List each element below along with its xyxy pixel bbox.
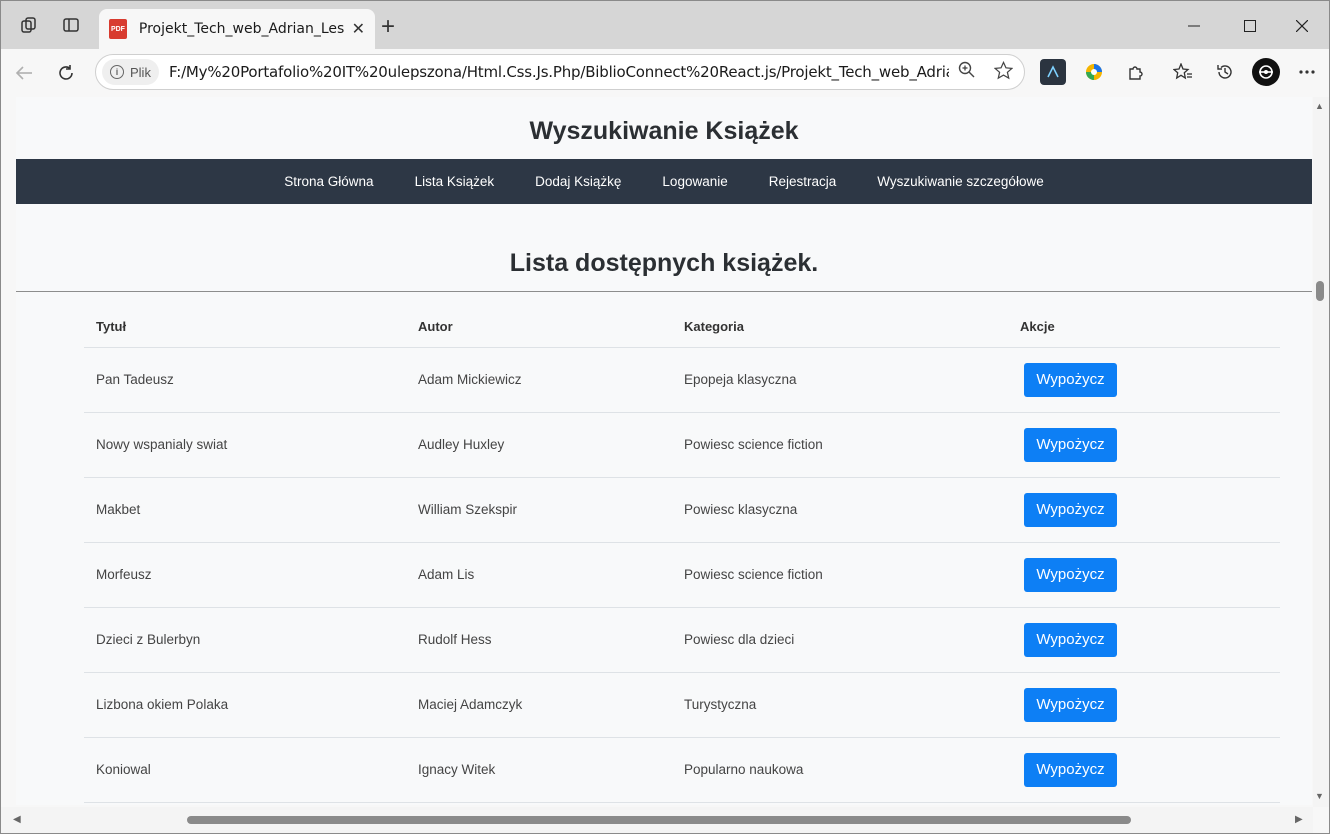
- site-info-badge[interactable]: i Plik: [102, 59, 159, 85]
- book-category: Powiesc science fiction: [672, 412, 1008, 478]
- refresh-icon[interactable]: [51, 58, 81, 88]
- book-author: Adam Mickiewicz: [406, 347, 672, 413]
- zoom-icon[interactable]: [958, 61, 976, 84]
- scroll-right-icon[interactable]: ▶: [1295, 814, 1303, 825]
- extensions-puzzle-icon[interactable]: [1123, 59, 1149, 85]
- site-info-label: Plik: [130, 64, 151, 80]
- history-icon[interactable]: [1212, 59, 1238, 85]
- header-category: Kategoria: [672, 307, 1008, 348]
- info-icon: i: [110, 65, 124, 79]
- book-title: Koniowal: [84, 737, 406, 803]
- back-icon[interactable]: [9, 58, 39, 88]
- copilot-icon[interactable]: [1081, 59, 1107, 85]
- divider: [16, 291, 1312, 292]
- tab-actions-icon[interactable]: [57, 11, 85, 39]
- browser-window: PDF Projekt_Tech_web_Adrian_Lesniak ✕ + …: [0, 0, 1330, 834]
- table-row: Dzieci z Bulerbyn Rudolf Hess Powiesc dl…: [84, 607, 1280, 673]
- book-category: Powiesc dla dzieci: [672, 607, 1008, 673]
- table-row: Koniowal Ignacy Witek Popularno naukowa …: [84, 737, 1280, 803]
- book-author: Ignacy Witek: [406, 737, 672, 803]
- horizontal-scroll-thumb[interactable]: [187, 816, 1131, 824]
- book-category: Popularno naukowa: [672, 737, 1008, 803]
- table-row: Lizbona okiem Polaka Maciej Adamczyk Tur…: [84, 672, 1280, 738]
- book-title: Makbet: [84, 477, 406, 543]
- book-category: Powiesc klasyczna: [672, 477, 1008, 543]
- book-author: William Szekspir: [406, 477, 672, 543]
- borrow-button[interactable]: Wypożycz: [1024, 362, 1117, 397]
- book-category: Powiesc science fiction: [672, 542, 1008, 608]
- book-category: Turystyczna: [672, 672, 1008, 738]
- main-nav: Strona Główna Lista Książek Dodaj Książk…: [16, 159, 1312, 204]
- vertical-scrollbar[interactable]: ▲ ▼: [1313, 97, 1329, 807]
- pdf-icon: PDF: [109, 19, 127, 39]
- borrow-button[interactable]: Wypożycz: [1024, 687, 1117, 722]
- book-title: Lizbona okiem Polaka: [84, 672, 406, 738]
- close-window-icon[interactable]: [1279, 11, 1325, 41]
- page-viewport: Wyszukiwanie Książek Strona Główna Lista…: [16, 97, 1312, 805]
- book-author: Maciej Adamczyk: [406, 672, 672, 738]
- profile-avatar-icon[interactable]: [1252, 58, 1280, 86]
- book-title: Pan Tadeusz: [84, 347, 406, 413]
- book-category: Epopeja klasyczna: [672, 347, 1008, 413]
- favorites-icon[interactable]: [1170, 59, 1196, 85]
- book-author: Adam Lis: [406, 542, 672, 608]
- borrow-button[interactable]: Wypożycz: [1024, 557, 1117, 592]
- workspaces-icon[interactable]: [15, 11, 43, 39]
- borrow-button[interactable]: Wypożycz: [1024, 622, 1117, 657]
- table-row: Nowy wspanialy swiat Audley Huxley Powie…: [84, 412, 1280, 478]
- nav-register[interactable]: Rejestracja: [769, 174, 837, 189]
- book-title: Nowy wspanialy swiat: [84, 412, 406, 478]
- table-row: Morfeusz Adam Lis Powiesc science fictio…: [84, 542, 1280, 608]
- nav-advanced-search[interactable]: Wyszukiwanie szczegółowe: [877, 174, 1043, 189]
- scroll-down-icon[interactable]: ▼: [1315, 791, 1324, 801]
- vertical-scroll-thumb[interactable]: [1316, 281, 1324, 301]
- borrow-button[interactable]: Wypożycz: [1024, 752, 1117, 787]
- book-title: Morfeusz: [84, 542, 406, 608]
- new-tab-button[interactable]: +: [381, 13, 395, 41]
- nav-home[interactable]: Strona Główna: [284, 174, 373, 189]
- address-bar[interactable]: i Plik F:/My%20Portafolio%20IT%20ulepszo…: [95, 54, 1025, 90]
- browser-toolbar: i Plik F:/My%20Portafolio%20IT%20ulepszo…: [1, 49, 1329, 95]
- book-author: Rudolf Hess: [406, 607, 672, 673]
- table-row: Pan Tadeusz Adam Mickiewicz Epopeja klas…: [84, 347, 1280, 413]
- tab-strip: PDF Projekt_Tech_web_Adrian_Lesniak ✕ +: [1, 1, 1329, 49]
- more-menu-icon[interactable]: [1294, 59, 1320, 85]
- tab-title: Projekt_Tech_web_Adrian_Lesniak: [138, 21, 344, 37]
- nav-book-list[interactable]: Lista Książek: [415, 174, 495, 189]
- scroll-up-icon[interactable]: ▲: [1315, 101, 1324, 111]
- header-actions: Akcje: [1008, 307, 1280, 348]
- borrow-button[interactable]: Wypożycz: [1024, 492, 1117, 527]
- minimize-icon[interactable]: [1171, 11, 1217, 41]
- list-title: Lista dostępnych książek.: [509, 249, 819, 277]
- table-row: Makbet William Szekspir Powiesc klasyczn…: [84, 477, 1280, 543]
- book-author: Audley Huxley: [406, 412, 672, 478]
- header-title: Tytuł: [84, 307, 406, 348]
- scroll-left-icon[interactable]: ◀: [13, 814, 21, 825]
- horizontal-scrollbar[interactable]: ◀ ▶: [1, 807, 1313, 833]
- nav-login[interactable]: Logowanie: [662, 174, 727, 189]
- favorite-star-icon[interactable]: [993, 60, 1014, 85]
- books-table: Tytuł Autor Kategoria Akcje Pan Tadeusz …: [84, 307, 1280, 803]
- book-title: Dzieci z Bulerbyn: [84, 607, 406, 673]
- extension-a-icon[interactable]: [1040, 59, 1066, 85]
- active-tab[interactable]: PDF Projekt_Tech_web_Adrian_Lesniak ✕: [99, 9, 375, 49]
- table-header-row: Tytuł Autor Kategoria Akcje: [84, 307, 1280, 348]
- close-tab-icon[interactable]: ✕: [352, 19, 365, 39]
- header-author: Autor: [406, 307, 672, 348]
- nav-add-book[interactable]: Dodaj Książkę: [535, 174, 621, 189]
- maximize-icon[interactable]: [1227, 11, 1273, 41]
- borrow-button[interactable]: Wypożycz: [1024, 427, 1117, 462]
- url-text[interactable]: F:/My%20Portafolio%20IT%20ulepszona/Html…: [169, 63, 949, 81]
- site-title: Wyszukiwanie Książek: [529, 117, 799, 145]
